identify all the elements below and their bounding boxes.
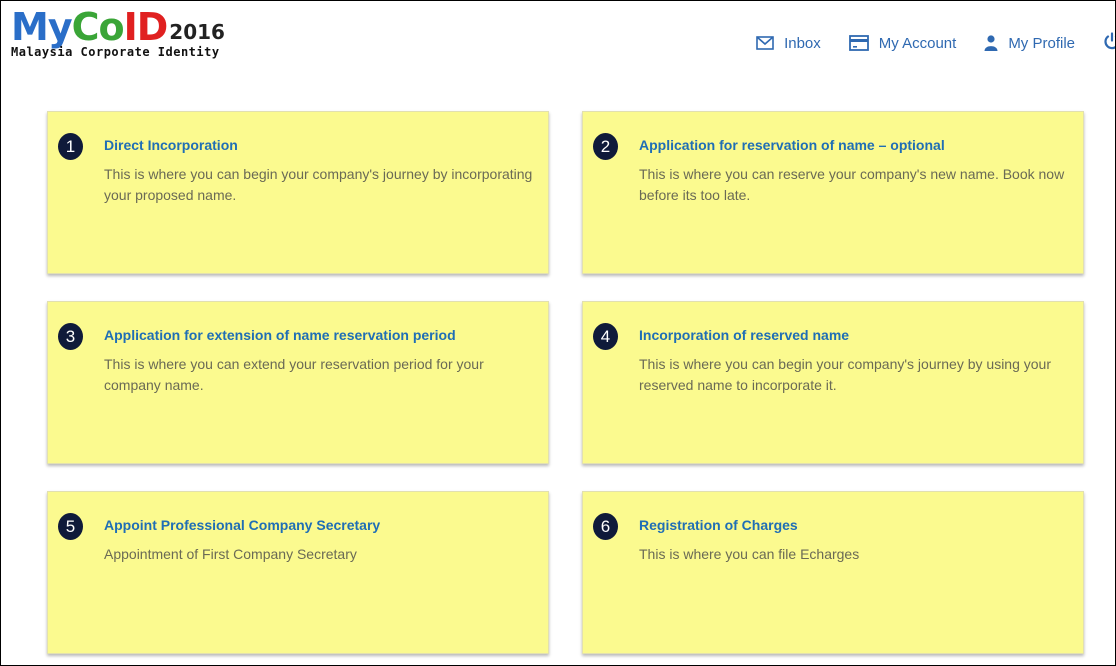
my-account-label: My Account (878, 34, 957, 52)
step-number-badge: 4 (593, 323, 618, 350)
my-account-link[interactable]: My Account (848, 34, 957, 52)
logo-subtitle: Malaysia Corporate Identity (11, 45, 220, 59)
card-description: This is where you can reserve your compa… (639, 166, 1065, 203)
top-nav: Inbox My Account My Profile (728, 31, 1115, 55)
mycoid-logo[interactable]: My Co ID 2016 Malaysia Corporate Identit… (11, 3, 225, 59)
logo-id: ID (123, 5, 169, 49)
card-title[interactable]: Appoint Professional Company Secretary (104, 517, 538, 533)
card-title[interactable]: Registration of Charges (639, 517, 1073, 533)
card-name-reservation[interactable]: 2 Application for reservation of name – … (582, 111, 1084, 274)
logout-button[interactable] (1103, 31, 1115, 55)
page-frame: My Co ID 2016 Malaysia Corporate Identit… (0, 0, 1116, 666)
card-description: Appointment of First Company Secretary (104, 546, 357, 562)
step-number-badge: 1 (58, 133, 83, 160)
logo-my: My (11, 5, 73, 49)
card-description: This is where you can begin your company… (639, 356, 1051, 393)
inbox-link[interactable]: Inbox (756, 35, 821, 52)
logo-co: Co (71, 5, 125, 49)
envelope-icon (756, 36, 774, 50)
step-number-badge: 3 (58, 323, 83, 350)
logo-year: 2016 (169, 20, 225, 44)
step-number-badge: 6 (593, 513, 618, 540)
card-title[interactable]: Application for extension of name reserv… (104, 327, 538, 343)
power-icon (1103, 31, 1115, 55)
card-extension-reservation[interactable]: 3 Application for extension of name rese… (47, 301, 549, 464)
card-title[interactable]: Direct Incorporation (104, 137, 538, 153)
inbox-label: Inbox (784, 34, 821, 52)
user-icon (984, 35, 998, 51)
card-registration-charges[interactable]: 6 Registration of Charges This is where … (582, 491, 1084, 654)
card-incorporate-reserved-name[interactable]: 4 Incorporation of reserved name This is… (582, 301, 1084, 464)
credit-card-icon (848, 35, 869, 51)
card-description: This is where you can begin your company… (104, 166, 533, 203)
logo-wordmark: My Co ID 2016 (11, 3, 225, 47)
card-description: This is where you can file Echarges (639, 546, 860, 562)
card-description: This is where you can extend your reserv… (104, 356, 484, 393)
step-number-badge: 2 (593, 133, 618, 160)
card-title[interactable]: Incorporation of reserved name (639, 327, 1073, 343)
card-title[interactable]: Application for reservation of name – op… (639, 137, 1073, 153)
my-profile-label: My Profile (1008, 34, 1075, 52)
my-profile-link[interactable]: My Profile (984, 35, 1075, 52)
card-appoint-secretary[interactable]: 5 Appoint Professional Company Secretary… (47, 491, 549, 654)
card-direct-incorporation[interactable]: 1 Direct Incorporation This is where you… (47, 111, 549, 274)
step-number-badge: 5 (58, 513, 83, 540)
